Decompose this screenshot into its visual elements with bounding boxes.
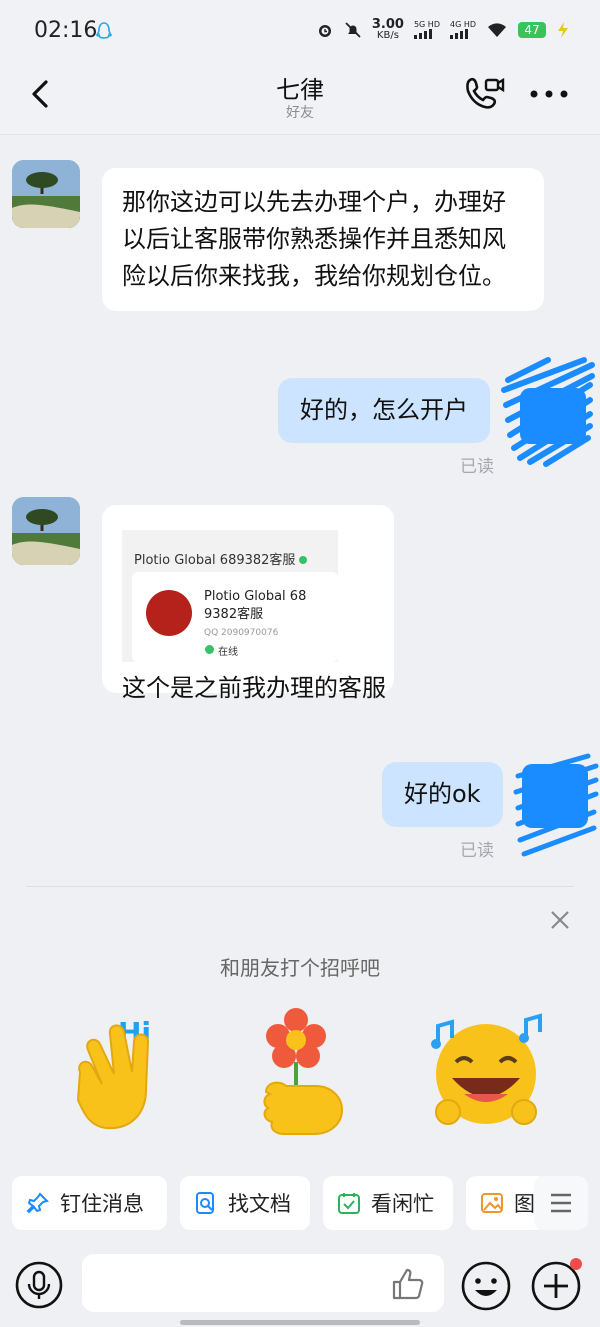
image-contact-qq: QQ 2090970076 (204, 628, 279, 638)
message-bubble-outgoing[interactable]: 好的，怎么开户 (278, 378, 490, 443)
happy-music-face-emoji[interactable] (428, 1012, 548, 1128)
chat-title[interactable]: 七律 (0, 70, 600, 105)
quick-action-bar: 钉住消息 找文档 看闲忙 图 (0, 1176, 600, 1232)
read-receipt: 已读 (460, 457, 494, 477)
message-bubble-outgoing[interactable]: 好的ok (382, 762, 503, 827)
message-text: 那你这边可以先去办理个户，办理好以后让客服带你熟悉操作并且悉知风险以后你来找我，… (122, 188, 506, 290)
message-input-bar (0, 1244, 600, 1327)
alarm-icon (318, 24, 331, 37)
image-contact-status: 在线 (205, 643, 238, 658)
close-icon[interactable] (548, 908, 572, 932)
calendar-check-icon (338, 1193, 360, 1214)
read-receipt: 已读 (460, 841, 494, 861)
document-search-icon (196, 1192, 214, 1214)
more-chips-button[interactable] (534, 1176, 588, 1230)
thumbs-up-icon[interactable] (390, 1266, 426, 1302)
shared-screenshot-image[interactable]: Plotio Global 689382客服 Plotio Global 68 9… (122, 530, 338, 662)
sim2-signal: 4G HD (449, 20, 476, 39)
phone-video-call-icon[interactable] (462, 74, 506, 114)
find-document-chip[interactable]: 找文档 (180, 1176, 310, 1230)
redacted-avatar (513, 753, 599, 857)
check-availability-chip[interactable]: 看闲忙 (323, 1176, 453, 1230)
status-time: 02:16 (34, 18, 98, 43)
image-contact-card: Plotio Global 68 9382客服 QQ 2090970076 在线 (132, 572, 338, 662)
menu-icon (551, 1193, 571, 1213)
message-text: 好的ok (404, 780, 481, 808)
emoji-icon[interactable] (460, 1260, 512, 1312)
chat-subtitle: 好友 (286, 105, 314, 121)
mute-bell-icon (345, 21, 361, 38)
flower-hand-emoji[interactable] (254, 1006, 354, 1138)
redacted-avatar (501, 357, 595, 467)
chat-header: 七律 好友 (0, 62, 600, 135)
status-icons: 3.00 KB/s 5G HD 4G HD 47 (316, 18, 570, 41)
battery-indicator: 47 (518, 21, 546, 38)
notification-dot (570, 1258, 582, 1270)
pin-message-chip[interactable]: 钉住消息 (12, 1176, 167, 1230)
status-bar: 02:16 3.00 KB/s 5G HD 4G HD 47 (0, 0, 600, 62)
home-indicator (180, 1320, 420, 1325)
charging-icon (558, 21, 568, 38)
message-bubble-incoming[interactable]: 那你这边可以先去办理个户，办理好以后让客服带你熟悉操作并且悉知风险以后你来找我，… (102, 168, 544, 311)
more-options-icon[interactable] (528, 82, 570, 106)
sim1-signal: 5G HD (413, 20, 440, 39)
message-text: 这个是之前我办理的客服 (122, 674, 386, 702)
pin-icon (26, 1192, 49, 1214)
wifi-icon (488, 22, 506, 37)
image-icon (481, 1193, 503, 1213)
greeting-prompt: 和朋友打个招呼吧 (220, 956, 380, 980)
qq-notification-icon (96, 22, 112, 39)
image-contact-name: Plotio Global 68 9382客服 (204, 589, 307, 622)
network-speed: 3.00 KB/s (371, 17, 404, 41)
image-header-text: Plotio Global 689382客服 (134, 549, 308, 568)
contact-logo (146, 590, 192, 636)
friend-avatar[interactable] (12, 497, 80, 565)
voice-input-icon[interactable] (14, 1260, 64, 1310)
message-text-input[interactable] (82, 1254, 444, 1312)
panel-divider (26, 886, 574, 887)
friend-avatar[interactable] (12, 160, 80, 228)
message-text: 好的，怎么开户 (300, 396, 468, 424)
waving-hand-hi-emoji[interactable]: Hi (60, 1012, 172, 1136)
